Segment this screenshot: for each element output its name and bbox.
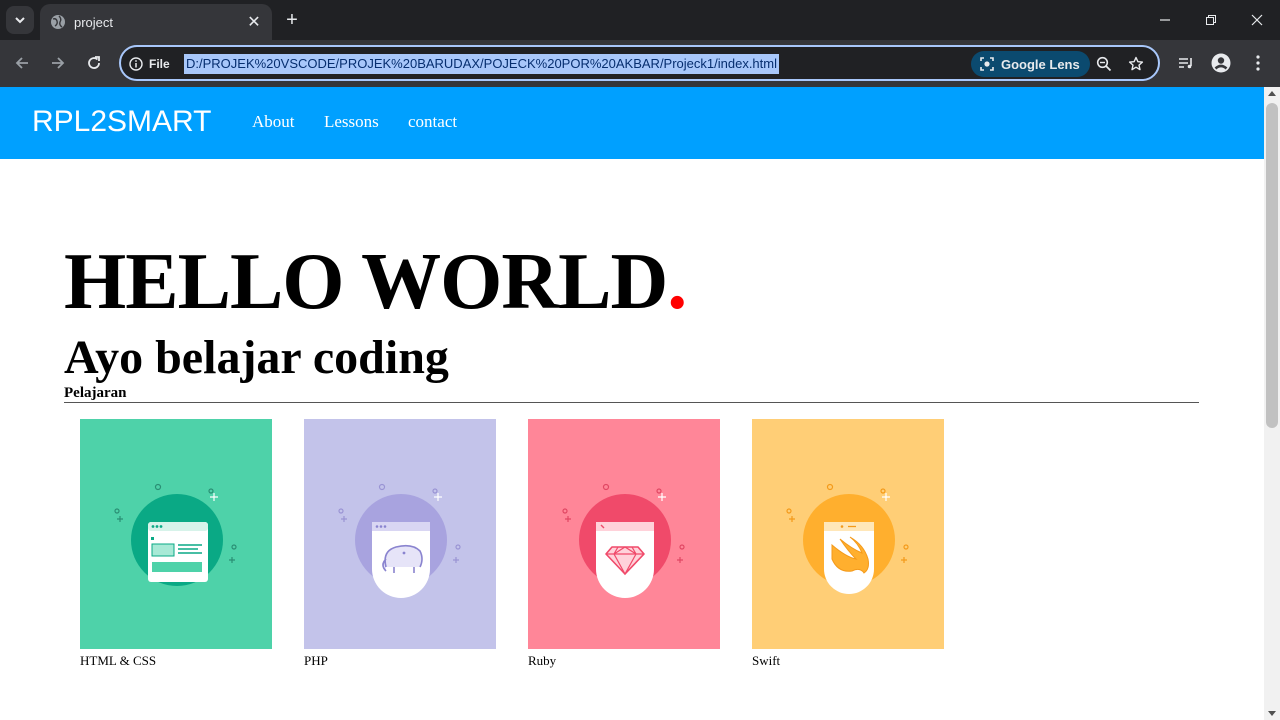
close-tab-icon[interactable]: ✕ — [246, 14, 262, 31]
close-icon — [1251, 14, 1263, 26]
bookmark-button[interactable] — [1126, 54, 1146, 74]
tab-title: project — [74, 14, 114, 30]
browser-toolbar: File D:/PROJEK%20VSCODE/PROJEK%20BARUDAX… — [0, 40, 1280, 87]
nav-link-lessons[interactable]: Lessons — [324, 112, 379, 132]
hero-dot: . — [667, 238, 687, 326]
playlist-icon — [1179, 58, 1192, 69]
nav-link-contact[interactable]: contact — [408, 112, 457, 132]
url-text[interactable]: D:/PROJEK%20VSCODE/PROJEK%20BARUDAX/POJE… — [184, 54, 779, 74]
globe-icon — [51, 15, 65, 29]
lesson-caption: PHP — [304, 653, 328, 668]
back-button[interactable] — [9, 50, 35, 76]
lesson-caption: Ruby — [528, 653, 557, 668]
lesson-card-swift[interactable]: Swift — [752, 419, 944, 669]
browser-window-icon — [80, 419, 272, 649]
google-lens-button[interactable]: Google Lens — [971, 51, 1090, 77]
scroll-up-arrow-icon[interactable] — [1268, 91, 1276, 96]
chevron-down-icon — [15, 17, 25, 24]
subtitle: Ayo belajar coding — [64, 331, 449, 384]
restore-button[interactable] — [1188, 0, 1234, 40]
forward-button[interactable] — [45, 50, 71, 76]
nav-link-about[interactable]: About — [252, 112, 295, 132]
minimize-icon — [1160, 19, 1170, 21]
avatar-icon — [1211, 53, 1231, 73]
scroll-down-arrow-icon[interactable] — [1268, 711, 1276, 716]
ruby-gem-icon — [528, 419, 720, 649]
address-bar[interactable]: File D:/PROJEK%20VSCODE/PROJEK%20BARUDAX… — [119, 45, 1160, 81]
hero-title: HELLO WORLD. — [64, 237, 687, 327]
swift-bird-icon — [752, 419, 944, 649]
lens-icon — [980, 57, 994, 71]
site-brand[interactable]: RPL2SMART — [32, 105, 212, 139]
profile-button[interactable] — [1210, 52, 1232, 74]
lens-label: Google Lens — [1001, 56, 1080, 72]
reload-button[interactable] — [81, 50, 107, 76]
lesson-caption: Swift — [752, 653, 781, 668]
browser-tab[interactable]: project ✕ — [40, 4, 272, 40]
zoom-button[interactable] — [1094, 54, 1114, 74]
page-viewport: RPL2SMART About Lessons contact HELLO WO… — [0, 87, 1264, 720]
media-control-button[interactable] — [1175, 52, 1197, 74]
elephant-icon — [304, 419, 496, 649]
scrollbar-thumb[interactable] — [1266, 103, 1278, 428]
tab-strip: project ✕ + — [0, 0, 1280, 40]
back-arrow-icon — [15, 57, 28, 69]
lesson-caption: HTML & CSS — [80, 653, 157, 668]
new-tab-button[interactable]: + — [282, 10, 302, 30]
tab-search-button[interactable] — [6, 6, 34, 34]
zoom-out-icon — [1096, 56, 1112, 72]
site-info-chip[interactable]: File — [129, 54, 170, 74]
site-navbar: RPL2SMART About Lessons contact — [0, 87, 1264, 159]
more-vertical-icon — [1256, 55, 1260, 71]
lesson-card-php[interactable]: PHP — [304, 419, 496, 669]
lesson-card-ruby[interactable]: Ruby — [528, 419, 720, 669]
forward-arrow-icon — [52, 57, 65, 69]
star-icon — [1128, 56, 1144, 71]
browser-menu-button[interactable] — [1247, 52, 1269, 74]
reload-icon — [88, 56, 100, 69]
minimize-button[interactable] — [1142, 0, 1188, 40]
page-scrollbar[interactable] — [1264, 87, 1280, 720]
info-icon — [129, 57, 143, 71]
section-label: Pelajaran — [64, 385, 127, 401]
site-info-label: File — [149, 57, 170, 71]
lesson-card-html-css[interactable]: HTML & CSS — [80, 419, 272, 669]
hero-title-text: HELLO WORLD — [64, 238, 668, 326]
close-window-button[interactable] — [1234, 0, 1280, 40]
restore-icon — [1206, 15, 1216, 25]
section-divider — [64, 402, 1199, 403]
